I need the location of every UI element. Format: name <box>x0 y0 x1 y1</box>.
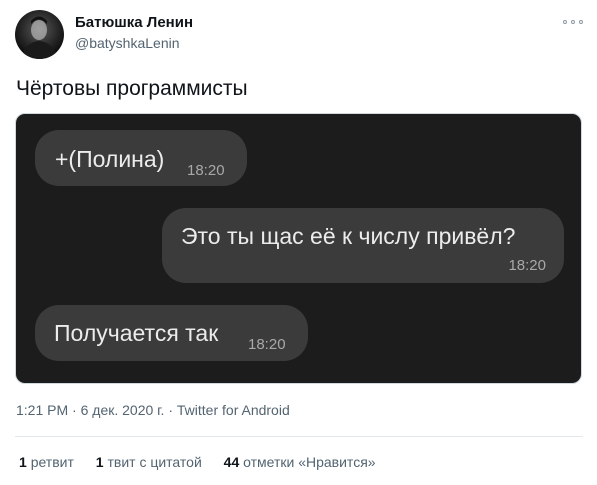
meta-separator: · <box>164 402 177 418</box>
tweet-time[interactable]: 1:21 PM <box>16 402 68 418</box>
likes-stat[interactable]: 44 отметки «Нравится» <box>224 454 376 470</box>
tweet-source-link[interactable]: Twitter for Android <box>177 402 290 418</box>
tweet-meta: 1:21 PM · 6 дек. 2020 г. · Twitter for A… <box>16 402 290 418</box>
dot-icon <box>571 20 575 24</box>
avatar-portrait-icon <box>21 16 58 59</box>
quotes-count: 1 <box>95 454 104 470</box>
quotes-stat[interactable]: 1 твит с цитатой <box>96 454 202 470</box>
dot-icon <box>563 20 567 24</box>
chat-message-text: Получается так <box>54 320 219 346</box>
chat-message-text: Это ты щас её к числу привёл? <box>181 223 516 249</box>
dot-icon <box>579 20 583 24</box>
chat-bubble-received: +(Полина) 18:20 <box>35 130 247 186</box>
chat-message-time: 18:20 <box>187 162 225 179</box>
meta-separator: · <box>68 402 81 418</box>
divider <box>15 436 583 437</box>
chat-message-time: 18:20 <box>508 257 546 274</box>
likes-label: отметки «Нравится» <box>243 454 376 470</box>
tweet-media-image[interactable]: +(Полина) 18:20 Это ты щас её к числу пр… <box>15 113 582 384</box>
author-display-name[interactable]: Батюшка Ленин <box>75 14 193 31</box>
likes-count: 44 <box>223 454 240 470</box>
chat-message-time: 18:20 <box>248 336 286 353</box>
retweets-stat[interactable]: 1 ретвит <box>19 454 74 470</box>
chat-bubble-received: Получается так 18:20 <box>35 305 308 361</box>
chat-bubble-sent: Это ты щас её к числу привёл? 18:20 <box>162 208 564 283</box>
more-icon[interactable] <box>563 16 583 28</box>
avatar[interactable] <box>15 10 64 59</box>
tweet-stats: 1 ретвит 1 твит с цитатой 44 отметки «Нр… <box>19 454 394 470</box>
retweets-count: 1 <box>19 454 27 470</box>
tweet-date[interactable]: 6 дек. 2020 г. <box>81 402 165 418</box>
tweet-text: Чёртовы программисты <box>16 77 248 100</box>
quotes-label: твит с цитатой <box>107 454 202 470</box>
chat-message-text: +(Полина) <box>55 146 165 172</box>
retweets-label: ретвит <box>30 454 74 470</box>
author-handle[interactable]: @batyshkaLenin <box>75 35 180 51</box>
